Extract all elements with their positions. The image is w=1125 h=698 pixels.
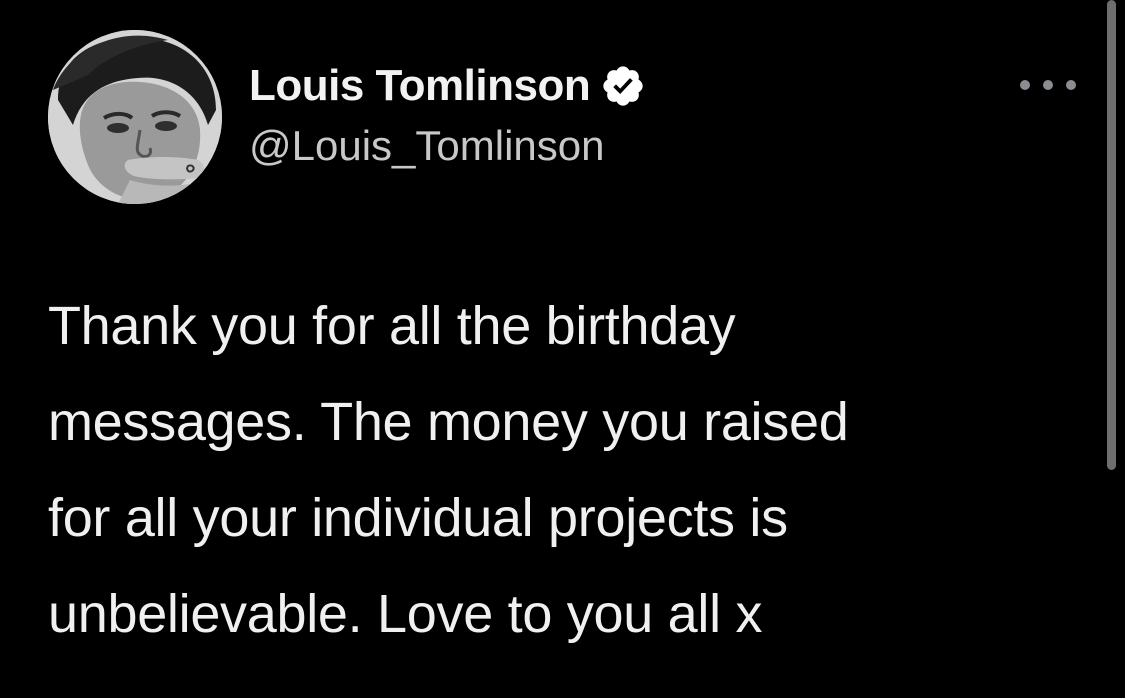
author-display-name[interactable]: Louis Tomlinson <box>249 61 591 111</box>
author-handle[interactable]: @Louis_Tomlinson <box>249 122 604 170</box>
tweet-text-line: messages. The money you raised <box>48 392 849 452</box>
avatar-photo <box>48 30 222 204</box>
scrollbar[interactable] <box>1107 0 1116 470</box>
avatar[interactable] <box>48 30 222 204</box>
tweet-text-line: unbelievable. Love to you all x <box>48 584 763 644</box>
author-name-row[interactable]: Louis Tomlinson <box>249 58 646 114</box>
tweet-text-line: Thank you for all the birthday <box>48 296 736 356</box>
verified-badge-icon <box>600 63 646 109</box>
more-horizontal-icon <box>1020 80 1030 90</box>
more-horizontal-icon <box>1043 80 1053 90</box>
tweet-text: Thank you for all the birthday messages.… <box>48 278 1088 662</box>
tweet-text-line: for all your individual projects is <box>48 488 788 548</box>
more-options-button[interactable] <box>1020 72 1076 98</box>
more-horizontal-icon <box>1066 80 1076 90</box>
